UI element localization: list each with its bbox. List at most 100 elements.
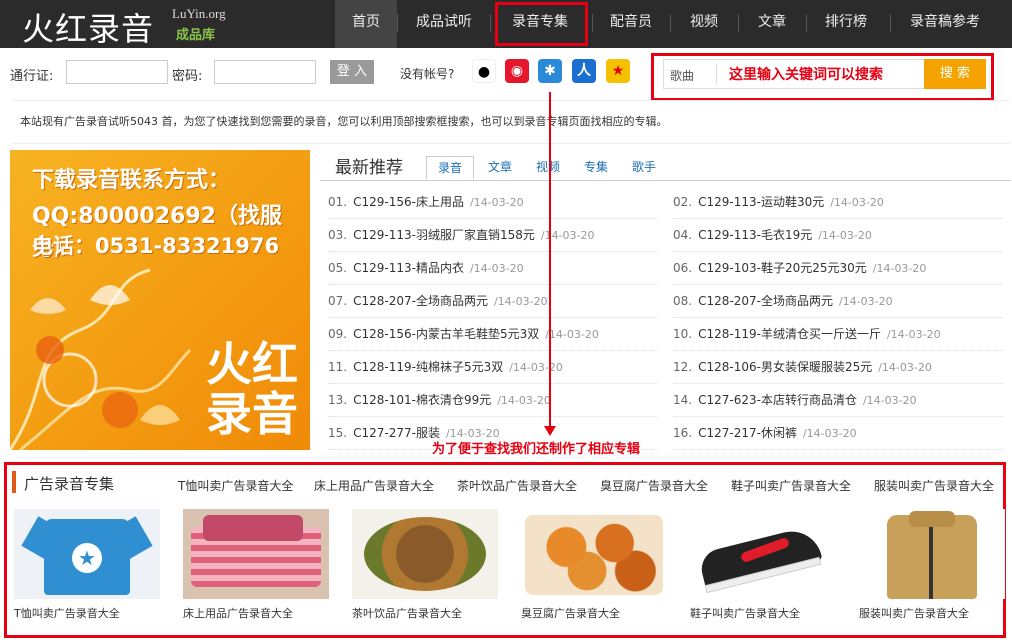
nav-demos[interactable]: 成品试听	[400, 0, 488, 48]
topic-link[interactable]: 臭豆腐广告录音大全	[600, 477, 708, 494]
topics-title: 广告录音专集	[24, 475, 115, 493]
list-item[interactable]: 07. C128-207-全场商品两元/14-03-20	[328, 285, 658, 318]
list-item[interactable]: 04. C129-113-毛衣19元/14-03-20	[673, 219, 1003, 252]
topic-link[interactable]: T恤叫卖广告录音大全	[178, 477, 293, 494]
list-item[interactable]: 11. C128-119-纯棉袜子5元3双/14-03-20	[328, 351, 658, 384]
qzone-icon[interactable]: ✱	[538, 59, 562, 83]
list-item[interactable]: 08. C128-207-全场商品两元/14-03-20	[673, 285, 1003, 318]
item-date: /14-03-20	[878, 361, 932, 374]
password-label: 密码:	[172, 69, 203, 84]
item-number: 13.	[328, 393, 348, 407]
logo-domain: LuYin.org	[172, 6, 226, 21]
item-date: /14-03-20	[509, 361, 563, 374]
tab-videos[interactable]: 视频	[528, 156, 568, 180]
item-title[interactable]: C128-156-内蒙古羊毛鞋垫5元3双	[353, 327, 539, 341]
item-title[interactable]: C129-156-床上用品	[353, 195, 464, 209]
item-title[interactable]: C128-119-羊绒清仓买一斤送一斤	[698, 327, 881, 341]
nav-articles[interactable]: 文章	[742, 0, 802, 48]
nav-divider	[670, 14, 671, 32]
topic-card-caption[interactable]: 鞋子叫卖广告录音大全	[690, 605, 800, 621]
item-number: 05.	[328, 261, 348, 275]
item-title[interactable]: C129-113-精品内衣	[353, 261, 464, 275]
topic-card[interactable]: 鞋子叫卖广告录音大全	[690, 509, 836, 620]
item-title[interactable]: C128-207-全场商品两元	[353, 294, 488, 308]
nav-divider	[806, 14, 807, 32]
nav-voice-actors[interactable]: 配音员	[596, 0, 666, 48]
highlight-search	[651, 53, 994, 101]
password-input[interactable]	[214, 60, 316, 84]
topic-card-caption[interactable]: 服装叫卖广告录音大全	[859, 605, 969, 621]
username-label: 通行证:	[10, 69, 54, 84]
item-title[interactable]: C128-119-纯棉袜子5元3双	[353, 360, 503, 374]
item-number: 02.	[673, 195, 693, 209]
item-title[interactable]: C129-113-羽绒服厂家直销158元	[353, 228, 535, 242]
jacket-image[interactable]	[859, 509, 1005, 599]
item-title[interactable]: C128-207-全场商品两元	[698, 294, 833, 308]
topic-card[interactable]: ★ T恤叫卖广告录音大全	[14, 509, 160, 620]
nav-video[interactable]: 视频	[674, 0, 734, 48]
topic-card[interactable]: 茶叶饮品广告录音大全	[352, 509, 498, 620]
item-title[interactable]: C128-106-男女装保暖服装25元	[698, 360, 872, 374]
list-item[interactable]: 06. C129-103-鞋子20元25元30元/14-03-20	[673, 252, 1003, 285]
nav-divider	[490, 14, 491, 32]
nav-home[interactable]: 首页	[335, 0, 397, 48]
topic-link[interactable]: 服装叫卖广告录音大全	[874, 477, 994, 494]
item-title[interactable]: C128-101-棉衣清仓99元	[353, 393, 491, 407]
item-title[interactable]: C129-103-鞋子20元25元30元	[698, 261, 867, 275]
bedding-image[interactable]	[183, 509, 329, 599]
login-button[interactable]: 登 入	[330, 60, 374, 84]
list-item[interactable]: 05. C129-113-精品内衣/14-03-20	[328, 252, 658, 285]
tshirt-image[interactable]: ★	[14, 509, 160, 599]
site-logo[interactable]: 火红录音	[22, 4, 154, 50]
tab-articles[interactable]: 文章	[480, 156, 520, 180]
nav-scripts[interactable]: 录音稿参考	[898, 0, 992, 48]
weibo-icon[interactable]: ◉	[505, 59, 529, 83]
tofu-image[interactable]	[521, 509, 667, 599]
list-item[interactable]: 09. C128-156-内蒙古羊毛鞋垫5元3双/14-03-20	[328, 318, 658, 351]
topic-card[interactable]: 臭豆腐广告录音大全	[521, 509, 667, 620]
item-date: /14-03-20	[872, 262, 927, 275]
tab-recordings[interactable]: 录音	[426, 156, 474, 180]
sneaker-image[interactable]	[690, 509, 836, 599]
topic-card[interactable]: 服装叫卖广告录音大全	[859, 509, 1005, 620]
item-title[interactable]: C127-277-服装	[353, 426, 440, 440]
item-title[interactable]: C129-113-毛衣19元	[698, 228, 812, 242]
contact-banner[interactable]: 下载录音联系方式： QQ:800002692（找服务） 电话：0531-8332…	[10, 150, 310, 450]
list-item[interactable]: 16. C127-217-休闲裤/14-03-20	[673, 417, 1003, 450]
list-item[interactable]: 03. C129-113-羽绒服厂家直销158元/14-03-20	[328, 219, 658, 252]
item-title[interactable]: C129-113-运动鞋30元	[698, 195, 824, 209]
item-title[interactable]: C127-623-本店转行商品清仓	[698, 393, 857, 407]
item-date: /14-03-20	[862, 394, 917, 407]
list-item[interactable]: 01. C129-156-床上用品/14-03-20	[328, 186, 658, 219]
tab-singers[interactable]: 歌手	[624, 156, 664, 180]
topics-accent-bar	[12, 471, 16, 493]
list-item[interactable]: 12. C128-106-男女装保暖服装25元/14-03-20	[673, 351, 1003, 384]
renren-icon[interactable]: 人	[572, 59, 596, 83]
item-date: /14-03-20	[830, 196, 884, 209]
topic-card-caption[interactable]: 床上用品广告录音大全	[183, 605, 293, 621]
topic-card-caption[interactable]: T恤叫卖广告录音大全	[14, 605, 120, 621]
item-number: 11.	[328, 360, 348, 374]
no-account-link[interactable]: 没有帐号?	[400, 65, 454, 82]
topic-card[interactable]: 床上用品广告录音大全	[183, 509, 329, 620]
tea-image[interactable]	[352, 509, 498, 599]
list-item[interactable]: 10. C128-119-羊绒清仓买一斤送一斤/14-03-20	[673, 318, 1003, 351]
qq-icon[interactable]: ●	[472, 59, 496, 83]
highlight-nav-albums	[495, 2, 588, 46]
topic-card-caption[interactable]: 茶叶饮品广告录音大全	[352, 605, 462, 621]
topic-link[interactable]: 茶叶饮品广告录音大全	[457, 477, 577, 494]
list-item[interactable]: 13. C128-101-棉衣清仓99元/14-03-20	[328, 384, 658, 417]
list-item[interactable]: 02. C129-113-运动鞋30元/14-03-20	[673, 186, 1003, 219]
topic-link[interactable]: 鞋子叫卖广告录音大全	[731, 477, 851, 494]
topic-link[interactable]: 床上用品广告录音大全	[314, 477, 434, 494]
list-item[interactable]: 14. C127-623-本店转行商品清仓/14-03-20	[673, 384, 1003, 417]
item-number: 12.	[673, 360, 693, 374]
tab-albums[interactable]: 专集	[576, 156, 616, 180]
topic-card-caption[interactable]: 臭豆腐广告录音大全	[521, 605, 620, 621]
item-number: 16.	[673, 426, 693, 440]
item-title[interactable]: C127-217-休闲裤	[698, 426, 797, 440]
nav-ranking[interactable]: 排行榜	[810, 0, 882, 48]
item-date: /14-03-20	[493, 295, 548, 308]
username-input[interactable]	[66, 60, 168, 84]
tencent-weibo-icon[interactable]: ★	[606, 59, 630, 83]
